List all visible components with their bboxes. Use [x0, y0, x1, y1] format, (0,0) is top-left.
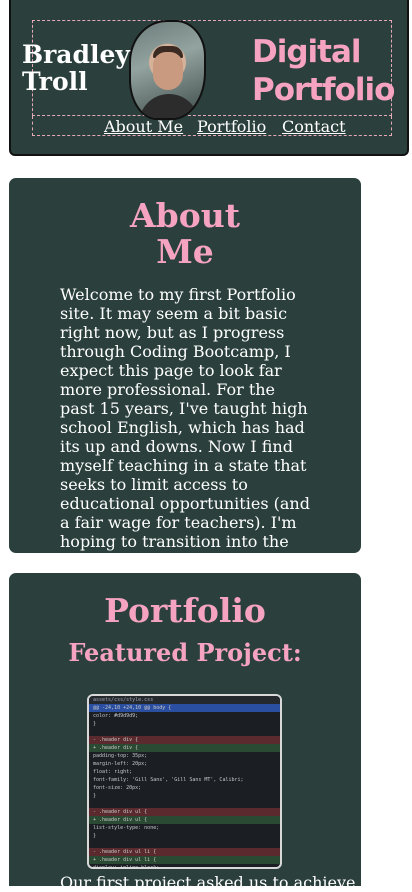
- brand-line: Digital: [252, 34, 362, 70]
- code-line: + .header div ul li {: [89, 856, 280, 864]
- code-line: + .header div {: [89, 744, 280, 752]
- code-line: + .header div ul {: [89, 816, 280, 824]
- code-line: }: [93, 833, 97, 839]
- portfolio-title: Portfolio: [104, 591, 266, 630]
- code-line: - .header div ul {: [89, 808, 280, 816]
- name-line: Bradley: [22, 40, 130, 69]
- name-line: Troll: [22, 67, 88, 96]
- about-section: About Me Welcome to my first Portfolio s…: [9, 178, 361, 589]
- nav-link-about[interactable]: About Me: [104, 117, 183, 136]
- code-line: font-size: 20px;: [93, 785, 142, 791]
- portfolio-section: Portfolio Featured Project: assets/css/s…: [9, 573, 361, 892]
- code-line: - .header div {: [89, 736, 280, 744]
- code-line: list-style-type: none;: [93, 825, 160, 831]
- about-text: Welcome to my first Portfolio site. It m…: [60, 285, 310, 589]
- site-brand: Digital Portfolio: [252, 33, 395, 109]
- code-line: float: right;: [93, 769, 133, 775]
- code-line: }: [93, 793, 97, 799]
- code-line: color: #d9d9d9;: [93, 713, 139, 719]
- code-line: display: inline-block;: [93, 865, 160, 869]
- about-title-line: Me: [156, 232, 214, 271]
- code-line: font-family: 'Gill Sans', 'Gill Sans MT'…: [93, 777, 244, 783]
- featured-project-heading: Featured Project:: [68, 638, 302, 667]
- featured-project-screenshot[interactable]: assets/css/style.css @@ -24,10 +24,10 @@ …: [87, 694, 282, 869]
- code-line: - .header div ul li {: [89, 848, 280, 856]
- code-line: margin-left: 20px;: [93, 761, 148, 767]
- code-line: padding-top: 35px;: [93, 753, 148, 759]
- about-title: About Me: [9, 178, 361, 270]
- about-title-line: About: [130, 196, 240, 235]
- nav-link-contact[interactable]: Contact: [282, 117, 346, 136]
- code-line: @@ -24,10 +24,10 @@ body {: [89, 704, 280, 712]
- avatar: [129, 20, 206, 120]
- screenshot-code: assets/css/style.css @@ -24,10 +24,10 @@ …: [89, 696, 280, 869]
- site-owner-name: Bradley Troll: [22, 41, 130, 95]
- code-line: }: [93, 721, 97, 727]
- portfolio-teaser-text: Our first project asked us to achieve: [60, 873, 356, 892]
- avatar-face: [153, 52, 183, 90]
- code-line: assets/css/style.css: [89, 696, 280, 704]
- brand-line: Portfolio: [252, 72, 395, 108]
- nav-link-portfolio[interactable]: Portfolio: [197, 117, 266, 136]
